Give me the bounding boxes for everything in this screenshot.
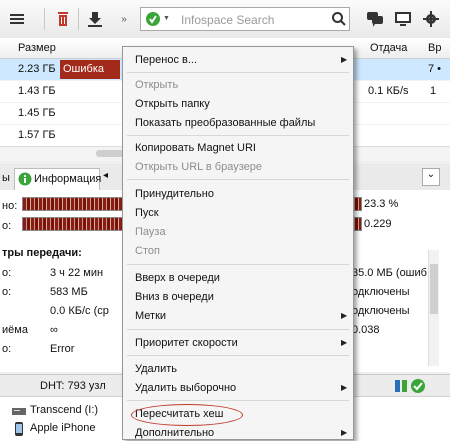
menu-item-recheck-hash[interactable]: Пересчитать хеш	[131, 404, 243, 426]
chat-icon[interactable]	[364, 8, 386, 30]
info-value: 583 МБ	[50, 286, 88, 298]
tab-info[interactable]: Информация	[14, 168, 102, 190]
submenu-arrow-icon: ▶	[341, 311, 348, 320]
phone-icon	[12, 422, 26, 439]
menu-item-advanced[interactable]: Дополнительно	[135, 427, 214, 439]
ok-status-icon	[410, 378, 426, 397]
search-dropdown-icon[interactable]: ▼	[163, 15, 170, 22]
menu-item-pause[interactable]: Пауза	[135, 226, 166, 238]
row-size: 1.45 ГБ	[18, 107, 56, 119]
download-icon[interactable]	[84, 8, 106, 30]
info-value: 3 ч 22 мин	[50, 267, 104, 279]
submenu-arrow-icon: ▶	[341, 383, 348, 392]
menu-item-open[interactable]: Открыть	[135, 79, 178, 91]
monitor-icon[interactable]	[392, 8, 414, 30]
menu-item-copy-magnet[interactable]: Копировать Magnet URI	[135, 142, 256, 154]
menu-item-remove[interactable]: Удалить	[135, 363, 177, 375]
row-size: 2.23 ГБ	[18, 63, 56, 75]
info-label: о:	[2, 220, 12, 232]
availability-value: 0.229	[364, 218, 392, 230]
column-size[interactable]: Размер	[18, 42, 56, 54]
info-icon	[18, 172, 32, 189]
tab-partial[interactable]: ы	[2, 172, 10, 184]
menu-divider	[127, 72, 349, 73]
section-title: тры передачи:	[2, 247, 82, 259]
menu-item-open-url[interactable]: Открыть URL в браузере	[135, 161, 262, 173]
menu-item-speed-priority[interactable]: Приоритет скорости	[135, 337, 238, 349]
row-time: 7 •	[428, 63, 442, 75]
drive-label[interactable]: Transcend (I:)	[30, 404, 98, 416]
menu-item-queue-up[interactable]: Вверх в очереди	[135, 272, 220, 284]
search-icon[interactable]	[331, 11, 347, 30]
tab-scroll-left-icon[interactable]: ◂	[103, 170, 108, 181]
gear-icon[interactable]	[420, 8, 442, 30]
phone-label[interactable]: Apple iPhone	[30, 422, 95, 434]
context-menu: Перенос в... ▶ Открыть Открыть папку Пок…	[122, 46, 354, 440]
info-value: 35.0 МБ (ошиб	[352, 267, 427, 279]
vertical-scrollbar[interactable]	[428, 250, 439, 366]
info-value: Error	[50, 343, 75, 355]
tab-info-label: Информация	[34, 173, 102, 185]
search-placeholder: Infospace Search	[181, 13, 275, 27]
info-label: о:	[2, 267, 12, 279]
menu-item-remove-selective[interactable]: Удалить выборочно	[135, 382, 236, 394]
row-size: 1.57 ГБ	[18, 129, 56, 141]
menu-divider	[127, 329, 349, 330]
row-upload: 0.1 КБ/s	[368, 85, 409, 97]
menu-item-open-folder[interactable]: Открыть папку	[135, 98, 210, 110]
expand-icon[interactable]: ⌄	[422, 168, 440, 186]
infospace-logo-icon	[145, 11, 161, 30]
menu-divider	[127, 400, 349, 401]
toolbar-divider	[78, 8, 79, 30]
menu-item-stop[interactable]: Стоп	[135, 245, 160, 257]
drive-icon	[12, 406, 26, 419]
scroll-thumb[interactable]	[430, 264, 438, 314]
submenu-arrow-icon: ▶	[341, 55, 348, 64]
search-box[interactable]: ▼ Infospace Search	[140, 7, 350, 31]
toolbar-divider	[44, 8, 45, 30]
info-value: одключены	[352, 305, 410, 317]
network-icon[interactable]	[394, 378, 408, 397]
menu-item-labels[interactable]: Метки	[135, 310, 166, 322]
menu-divider	[127, 135, 349, 136]
dht-status: DHT: 793 узл	[40, 380, 106, 392]
delete-icon[interactable]	[52, 8, 74, 30]
info-label: о:	[2, 286, 12, 298]
list-icon[interactable]	[6, 8, 28, 30]
menu-item-start[interactable]: Пуск	[135, 207, 159, 219]
row-time: 1	[430, 85, 437, 97]
column-upload[interactable]: Отдача	[370, 42, 407, 54]
info-value: 0.0 КБ/с (ср	[50, 305, 109, 317]
info-value: ∞	[50, 324, 58, 336]
menu-divider	[127, 355, 349, 356]
menu-item-move-to[interactable]: Перенос в...	[135, 54, 197, 66]
menu-item-show-converted[interactable]: Показать преобразованные файлы	[135, 117, 315, 129]
row-size: 1.43 ГБ	[18, 85, 56, 97]
info-label: о:	[2, 343, 12, 355]
status-badge: Ошибка	[60, 60, 120, 79]
info-label: иёма	[2, 324, 28, 336]
menu-item-force-start[interactable]: Принудительно	[135, 188, 214, 200]
highlight-circle	[131, 404, 243, 426]
overflow-icon[interactable]: »	[118, 8, 130, 30]
info-value: одключены	[352, 286, 410, 298]
info-label: но:	[2, 200, 18, 212]
column-time[interactable]: Вр	[428, 42, 441, 54]
info-value: 0.038	[352, 324, 380, 336]
downloaded-percent: 23.3 %	[364, 198, 399, 210]
submenu-arrow-icon: ▶	[341, 338, 348, 347]
menu-divider	[127, 264, 349, 265]
menu-divider	[127, 179, 349, 180]
toolbar: » ▼ Infospace Search	[0, 0, 450, 39]
submenu-arrow-icon: ▶	[341, 428, 348, 437]
menu-item-queue-down[interactable]: Вниз в очереди	[135, 291, 214, 303]
